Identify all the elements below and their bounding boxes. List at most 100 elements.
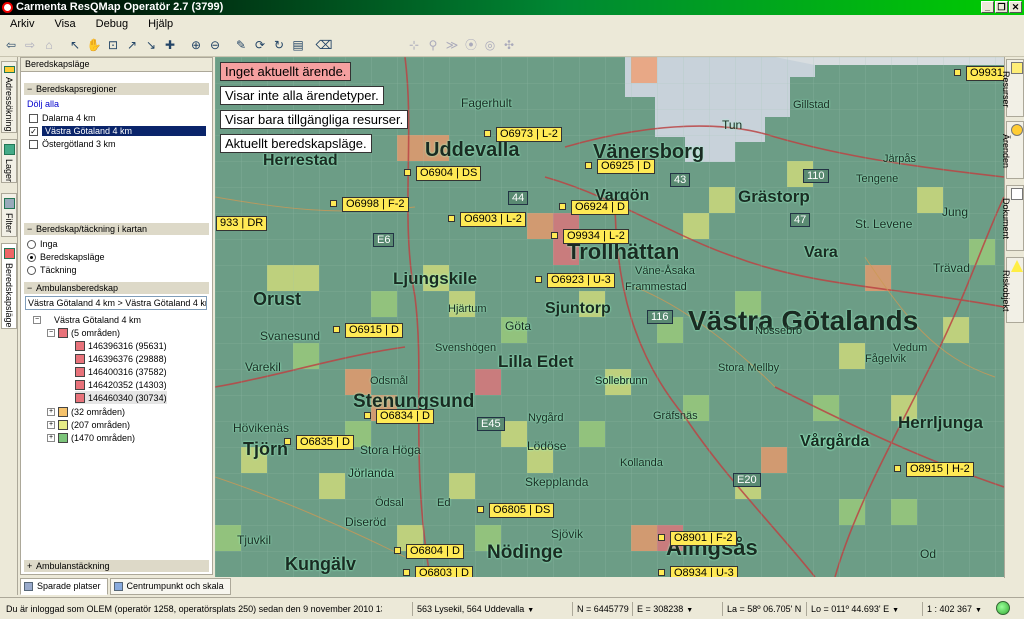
unit-label[interactable]: O8934 | U-3 xyxy=(670,566,738,577)
region-ostergotland[interactable]: Östergötland 3 km xyxy=(29,138,116,150)
add-icon[interactable]: ✚ xyxy=(161,36,179,54)
menu-visa[interactable]: Visa xyxy=(50,17,79,31)
radio-tackning[interactable]: Täckning xyxy=(27,264,77,276)
unit-marker-icon[interactable] xyxy=(448,215,455,222)
unit-marker-icon[interactable] xyxy=(484,130,491,137)
back-icon[interactable]: ⇦ xyxy=(2,36,20,54)
unit-label[interactable]: O6835 | D xyxy=(296,435,354,450)
unit-marker-icon[interactable] xyxy=(551,232,558,239)
unit-label[interactable]: O6923 | U-3 xyxy=(547,273,615,288)
unit-marker-icon[interactable] xyxy=(658,534,665,541)
expand-icon[interactable]: + xyxy=(47,420,55,429)
ambulance-path-field[interactable]: Västra Götaland 4 km > Västra Götaland 4… xyxy=(25,296,207,310)
zoom-out-icon[interactable]: ⊖ xyxy=(206,36,224,54)
tree-group-red[interactable]: − (5 områden) xyxy=(47,326,120,339)
tree-group-orange[interactable]: + (32 områden) xyxy=(47,405,125,418)
tab-riskobjekt[interactable]: Riskobjekt xyxy=(1001,257,1024,323)
unit-marker-icon[interactable] xyxy=(364,412,371,419)
dropdown-icon[interactable]: ▼ xyxy=(975,604,983,618)
minimize-icon[interactable]: _ xyxy=(981,1,994,13)
hide-all-link[interactable]: Dölj alla xyxy=(27,98,59,110)
stream-icon[interactable]: ≫ xyxy=(443,36,461,54)
region-checkbox[interactable] xyxy=(29,113,38,123)
east-coordinate[interactable]: E = 308238 ▼ xyxy=(632,602,718,616)
pan-hand-icon[interactable]: ✋ xyxy=(85,36,103,54)
region-checkbox[interactable] xyxy=(29,139,38,149)
tree-group-yellow[interactable]: + (207 områden) xyxy=(47,418,130,431)
unit-marker-icon[interactable] xyxy=(559,203,566,210)
unit-label[interactable]: O6804 | D xyxy=(406,544,464,559)
home-icon[interactable]: ⌂ xyxy=(40,36,58,54)
person-search-icon[interactable]: ⚲ xyxy=(424,36,442,54)
tree-group-green[interactable]: + (1470 områden) xyxy=(47,431,135,444)
stream2-icon[interactable]: ⦿ xyxy=(462,36,480,54)
unit-marker-icon[interactable] xyxy=(404,169,411,176)
unit-label[interactable]: O6973 | L-2 xyxy=(496,127,562,142)
line-icon[interactable]: ↘ xyxy=(142,36,160,54)
unit-label[interactable]: O9931 | xyxy=(966,66,1004,81)
refresh-map-icon[interactable]: ⟳ xyxy=(251,36,269,54)
unit-marker-icon[interactable] xyxy=(658,569,665,576)
unit-label[interactable]: O6803 | D xyxy=(415,566,473,577)
unit-marker-icon[interactable] xyxy=(284,438,291,445)
dropdown-icon[interactable]: ▼ xyxy=(527,604,535,618)
tree-area[interactable]: 146396316 (95631) xyxy=(75,339,167,352)
tab-adressokning[interactable]: Adressökning xyxy=(1,61,17,133)
tree-root[interactable]: − Västra Götaland 4 km xyxy=(33,313,141,326)
tab-filter[interactable]: Filter xyxy=(1,193,17,237)
tab-saved-places[interactable]: Sparade platser xyxy=(20,578,108,595)
forward-icon[interactable]: ⇨ xyxy=(21,36,39,54)
unit-label[interactable]: O9934 | L-2 xyxy=(563,229,629,244)
tree-area[interactable]: 146396376 (29888) xyxy=(75,352,167,365)
unit-marker-icon[interactable] xyxy=(535,276,542,283)
tree-area[interactable]: 146420352 (14303) xyxy=(75,378,167,391)
dropdown-icon[interactable]: ▼ xyxy=(686,604,694,618)
tree-area[interactable]: 146460340 (30734) xyxy=(75,391,167,404)
unit-label[interactable]: O8915 | H-2 xyxy=(906,462,974,477)
expand-icon[interactable]: + xyxy=(47,433,55,442)
radio-inga[interactable]: Inga xyxy=(27,238,58,250)
region-checkbox[interactable]: ✓ xyxy=(29,126,38,136)
eraser-icon[interactable]: ⌫ xyxy=(315,36,333,54)
coverage-section-header[interactable]: Beredskap/täckning i kartan xyxy=(24,223,209,235)
radio-beredskapslage[interactable]: Beredskapsläge xyxy=(27,251,105,263)
zoom-in-icon[interactable]: ⊕ xyxy=(187,36,205,54)
target-icon[interactable]: ⊹ xyxy=(405,36,423,54)
menu-hjalp[interactable]: Hjälp xyxy=(144,17,177,31)
regions-section-header[interactable]: Beredskapsregioner xyxy=(24,83,209,95)
close-icon[interactable]: ✕ xyxy=(1009,1,1022,13)
region-dalarna[interactable]: Dalarna 4 km xyxy=(29,112,96,124)
unit-marker-icon[interactable] xyxy=(403,569,410,576)
draw-icon[interactable]: ✎ xyxy=(232,36,250,54)
dropdown-icon[interactable]: ▼ xyxy=(892,604,900,618)
unit-label[interactable]: O6805 | DS xyxy=(489,503,555,518)
globe-icon[interactable]: ◎ xyxy=(481,36,499,54)
unit-label[interactable]: O6904 | DS xyxy=(416,166,482,181)
unit-label[interactable]: O8901 | F-2 xyxy=(670,531,737,546)
tab-center-scale[interactable]: Centrumpunkt och skala xyxy=(109,578,231,595)
scale-readout[interactable]: 1 : 402 367 ▼ xyxy=(922,602,992,616)
map-view[interactable]: Uddevalla Vänersborg Herrestad Vargön Grästo… xyxy=(215,57,1004,577)
menu-debug[interactable]: Debug xyxy=(92,17,132,31)
unit-label[interactable]: 933 | DR xyxy=(216,216,268,231)
zoom-box-icon[interactable]: ⊡ xyxy=(104,36,122,54)
pointer-icon[interactable]: ↖ xyxy=(66,36,84,54)
collapse-icon[interactable]: − xyxy=(33,315,41,324)
unit-label[interactable]: O6915 | D xyxy=(345,323,403,338)
ambulance-section-header[interactable]: Ambulansberedskap xyxy=(24,282,209,294)
unit-marker-icon[interactable] xyxy=(394,547,401,554)
unit-marker-icon[interactable] xyxy=(330,200,337,207)
stack-icon[interactable]: ▤ xyxy=(289,36,307,54)
measure-icon[interactable]: ↗ xyxy=(123,36,141,54)
region-vastra-gotaland[interactable]: ✓ Västra Götaland 4 km xyxy=(29,125,206,137)
tool-icon[interactable]: ✣ xyxy=(500,36,518,54)
collapse-icon[interactable]: − xyxy=(47,328,55,337)
unit-marker-icon[interactable] xyxy=(894,465,901,472)
unit-label[interactable]: O6924 | D xyxy=(571,200,629,215)
tree-area[interactable]: 146400316 (37582) xyxy=(75,365,167,378)
unit-marker-icon[interactable] xyxy=(333,326,340,333)
unit-marker-icon[interactable] xyxy=(585,162,592,169)
unit-label[interactable]: O6998 | F-2 xyxy=(342,197,409,212)
rotate-icon[interactable]: ↻ xyxy=(270,36,288,54)
tab-arenden[interactable]: Ärenden xyxy=(1001,121,1024,179)
